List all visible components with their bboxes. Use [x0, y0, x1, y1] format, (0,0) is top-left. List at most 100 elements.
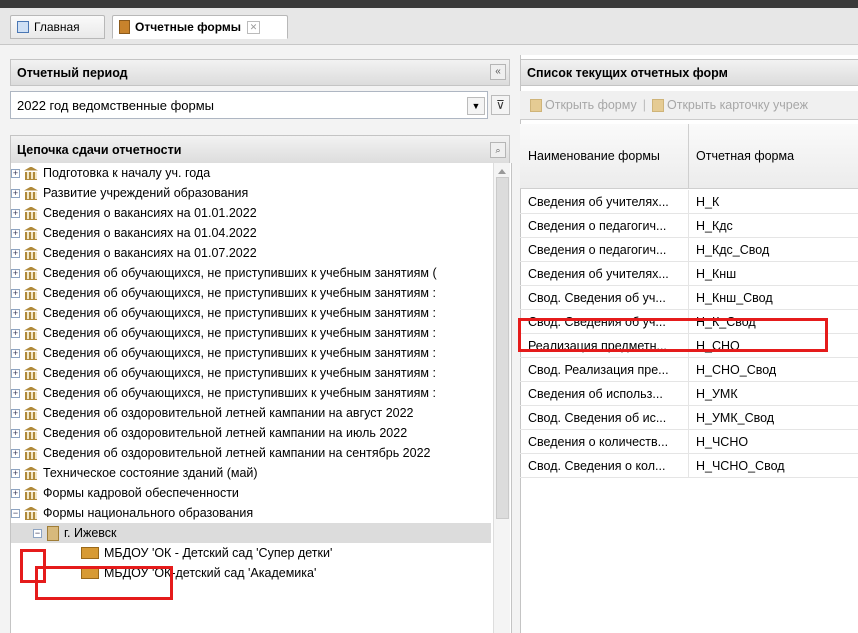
tab-reports[interactable]: Отчетные формы ✕: [112, 15, 288, 39]
table-row[interactable]: Сведения о количеств... Н_ЧСНО: [520, 430, 858, 454]
tree-item[interactable]: + Техническое состояние зданий (май): [11, 463, 511, 483]
tree-item[interactable]: + Сведения об оздоровительной летней камп…: [11, 443, 511, 463]
tree-item[interactable]: + Сведения об оздоровительной летней камп…: [11, 423, 511, 443]
chain-panel-header: Цепочка сдачи отчетности: [10, 135, 510, 165]
expand-icon[interactable]: +: [11, 248, 20, 258]
building-icon: [23, 367, 39, 380]
highlight-box-city: [35, 566, 173, 600]
table-row[interactable]: Сведения о педагогич... Н_Кдс: [520, 214, 858, 238]
collapse-icon[interactable]: «: [490, 64, 506, 80]
building-icon: [23, 407, 39, 420]
table-row[interactable]: Свод. Сведения об ис... Н_УМК_Свод: [520, 406, 858, 430]
dropdown-arrow-icon[interactable]: ▼: [467, 97, 485, 115]
building-icon: [23, 427, 39, 440]
expand-icon[interactable]: +: [11, 268, 20, 278]
forms-toolbar: Открыть форму | Открыть карточку учреж: [520, 91, 858, 120]
table-row[interactable]: Сведения об учителях... Н_К: [520, 190, 858, 214]
tree-item[interactable]: + Подготовка к началу уч. года: [11, 163, 511, 183]
expand-icon[interactable]: +: [11, 188, 20, 198]
tree-item[interactable]: + Сведения об обучающихся, не приступивши…: [11, 363, 511, 383]
expand-icon[interactable]: +: [11, 348, 20, 358]
expand-icon[interactable]: +: [11, 208, 20, 218]
tree-item[interactable]: + Сведения о вакансиях на 01.07.2022: [11, 243, 511, 263]
tree-item-city[interactable]: − г. Ижевск: [11, 523, 491, 543]
chain-tree: + Подготовка к началу уч. года + Развитие …: [10, 163, 512, 633]
tree-item[interactable]: + Сведения об оздоровительной летней камп…: [11, 403, 511, 423]
column-header-name[interactable]: Наименование формы: [520, 124, 689, 188]
building-icon: [23, 267, 39, 280]
tree-item[interactable]: + Развитие учреждений образования: [11, 183, 511, 203]
tree-item[interactable]: + Сведения об обучающихся, не приступивши…: [11, 383, 511, 403]
expand-icon[interactable]: +: [11, 468, 20, 478]
tree-item[interactable]: + Формы кадровой обеспеченности: [11, 483, 511, 503]
building-icon: [23, 287, 39, 300]
forms-grid-header: Наименование формы Отчетная форма: [520, 124, 858, 189]
open-card-icon: [652, 98, 664, 112]
highlight-box-form: [518, 318, 828, 352]
tree-item[interactable]: + Сведения об обучающихся, не приступивши…: [11, 283, 511, 303]
tab-home-label: Главная: [34, 20, 80, 34]
table-row[interactable]: Свод. Реализация пре... Н_СНО_Свод: [520, 358, 858, 382]
building-icon: [23, 507, 39, 520]
tree-item-national[interactable]: − Формы национального образования: [11, 503, 511, 523]
tree-item[interactable]: + Сведения об обучающихся, не приступивши…: [11, 343, 511, 363]
find-icon[interactable]: ⌕: [490, 142, 506, 158]
building-icon: [23, 247, 39, 260]
building-icon: [23, 227, 39, 240]
period-panel-header: Отчетный период: [10, 59, 510, 86]
open-card-button[interactable]: Открыть карточку учреж: [667, 98, 808, 112]
building-icon: [23, 187, 39, 200]
collapse-node-icon[interactable]: −: [11, 508, 20, 518]
building-icon: [23, 467, 39, 480]
expand-icon[interactable]: +: [11, 168, 20, 178]
period-select[interactable]: 2022 год ведомственные формы: [10, 91, 488, 119]
tree-item[interactable]: + Сведения о вакансиях на 01.04.2022: [11, 223, 511, 243]
tree-item[interactable]: + Сведения о вакансиях на 01.01.2022: [11, 203, 511, 223]
tree-item[interactable]: + Сведения об обучающихся, не приступивши…: [11, 323, 511, 343]
table-row[interactable]: Свод. Сведения об уч... Н_Кнш_Свод: [520, 286, 858, 310]
expand-icon[interactable]: +: [11, 328, 20, 338]
building-icon: [23, 487, 39, 500]
open-form-button[interactable]: Открыть форму: [545, 98, 637, 112]
open-form-icon: [530, 98, 542, 112]
tab-bar: Главная Отчетные формы ✕: [0, 8, 858, 45]
expand-icon[interactable]: +: [11, 488, 20, 498]
tree-item-org[interactable]: МБДОУ 'ОК - Детский сад 'Супер детки': [11, 543, 511, 563]
chain-title: Цепочка сдачи отчетности: [17, 143, 182, 157]
building-icon: [23, 347, 39, 360]
city-icon: [47, 525, 59, 541]
table-row[interactable]: Сведения о педагогич... Н_Кдс_Свод: [520, 238, 858, 262]
building-icon: [23, 327, 39, 340]
period-title: Отчетный период: [17, 65, 128, 80]
table-row[interactable]: Сведения об учителях... Н_Кнш: [520, 262, 858, 286]
forms-panel-header: Список текущих отчетных форм: [520, 59, 858, 86]
briefcase-icon: [81, 547, 99, 559]
forms-title: Список текущих отчетных форм: [527, 65, 728, 80]
report-icon: [119, 20, 130, 34]
expand-icon[interactable]: +: [11, 408, 20, 418]
building-icon: [23, 387, 39, 400]
expand-icon[interactable]: +: [11, 428, 20, 438]
expand-icon[interactable]: +: [11, 228, 20, 238]
toolbar-separator: |: [642, 98, 646, 112]
building-icon: [23, 207, 39, 220]
filter-clear-icon[interactable]: ⊽: [491, 95, 510, 115]
home-icon: [17, 21, 29, 33]
tab-reports-label: Отчетные формы: [135, 20, 242, 34]
expand-icon[interactable]: +: [11, 388, 20, 398]
tab-home[interactable]: Главная: [10, 15, 105, 39]
expand-icon[interactable]: +: [11, 448, 20, 458]
column-header-form[interactable]: Отчетная форма: [689, 124, 858, 188]
building-icon: [23, 307, 39, 320]
close-icon[interactable]: ✕: [247, 20, 261, 34]
expand-icon[interactable]: +: [11, 368, 20, 378]
collapse-node-icon[interactable]: −: [33, 528, 42, 538]
tree-item[interactable]: + Сведения об обучающихся, не приступивши…: [11, 263, 511, 283]
expand-icon[interactable]: +: [11, 288, 20, 298]
table-row[interactable]: Сведения об использ... Н_УМК: [520, 382, 858, 406]
table-row[interactable]: Свод. Сведения о кол... Н_ЧСНО_Свод: [520, 454, 858, 478]
top-dark-strip: [0, 0, 858, 8]
tree-item[interactable]: + Сведения об обучающихся, не приступивши…: [11, 303, 511, 323]
building-icon: [23, 167, 39, 180]
expand-icon[interactable]: +: [11, 308, 20, 318]
